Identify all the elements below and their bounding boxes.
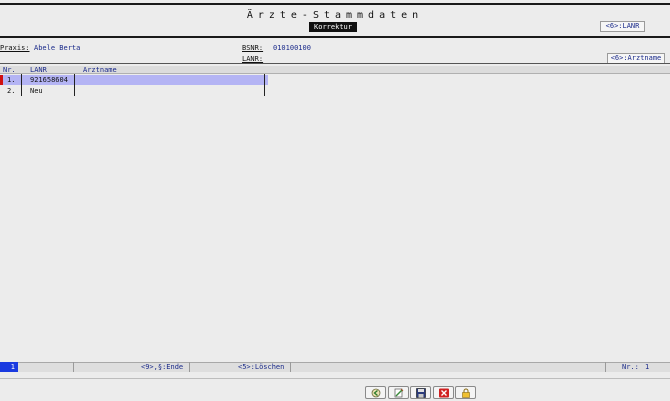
header-divider xyxy=(0,36,670,38)
save-button[interactable] xyxy=(410,386,431,399)
mode-badge: Korrektur xyxy=(309,22,357,32)
column-divider xyxy=(21,74,22,96)
column-header-nr: Nr. xyxy=(3,66,16,74)
back-button[interactable] xyxy=(365,386,386,399)
lock-button[interactable] xyxy=(455,386,476,399)
status-divider xyxy=(290,362,291,372)
delete-key-hint[interactable]: <5>:Löschen xyxy=(238,363,284,372)
praxis-label: Praxis: xyxy=(0,44,30,52)
record-number-label: Nr.: xyxy=(622,363,639,371)
page-title: Ärzte-Stammdaten xyxy=(246,10,424,21)
table-row-1-lanr[interactable]: 921658604 xyxy=(30,76,68,84)
cancel-button[interactable] xyxy=(433,386,454,399)
lanr-label: LANR: xyxy=(242,55,264,63)
column-divider xyxy=(264,74,265,96)
bsnr-value: 010100100 xyxy=(273,44,311,52)
status-divider xyxy=(605,362,606,372)
status-bar xyxy=(0,362,670,372)
end-key-hint[interactable]: <9>,§:Ende xyxy=(141,363,183,372)
column-header-arztname: Arztname xyxy=(83,66,117,74)
table-row-2-nr[interactable]: 2. xyxy=(7,87,15,95)
edit-button[interactable] xyxy=(388,386,409,399)
toolbar-divider xyxy=(0,378,670,379)
table-row-2-lanr[interactable]: Neu xyxy=(30,87,43,95)
record-number-value: 1 xyxy=(645,363,650,371)
current-position: 1 xyxy=(0,362,18,372)
bsnr-label: BSNR: xyxy=(242,44,264,52)
status-divider xyxy=(73,362,74,372)
column-header-lanr: LANR xyxy=(30,66,47,74)
table-row-1-nr[interactable]: 1. xyxy=(7,76,15,84)
current-row-marker xyxy=(0,75,3,85)
column-divider xyxy=(74,74,75,96)
lanr-sort-button[interactable]: <6>:LANR xyxy=(600,21,645,32)
info-divider xyxy=(0,63,670,64)
top-border xyxy=(0,3,670,5)
status-divider xyxy=(189,362,190,372)
praxis-value: Abele Berta xyxy=(34,44,81,52)
